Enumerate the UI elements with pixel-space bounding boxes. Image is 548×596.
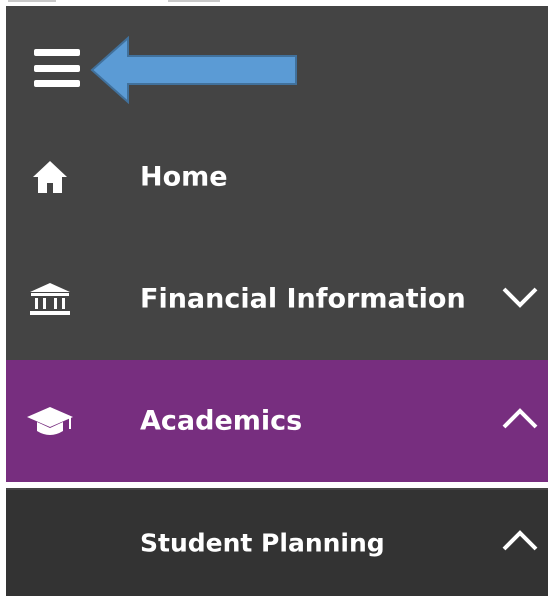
side-navigation: Home Financial Information Academics Stu…: [6, 6, 548, 596]
nav-item-financial-information[interactable]: Financial Information: [6, 238, 548, 360]
graduation-cap-icon: [22, 401, 78, 441]
hamburger-menu-icon[interactable]: [34, 49, 80, 87]
nav-subitem-student-planning[interactable]: Student Planning: [6, 490, 548, 596]
annotation-arrow: [90, 36, 297, 104]
nav-item-home[interactable]: Home: [6, 116, 548, 238]
nav-item-label: Student Planning: [140, 528, 385, 558]
nav-item-label: Academics: [140, 405, 303, 437]
top-strip-segment: [8, 0, 56, 2]
top-strip-segment: [168, 0, 220, 2]
divider: [6, 482, 548, 488]
nav-item-label: Home: [140, 161, 228, 193]
bank-icon: [22, 279, 78, 319]
chevron-up-icon[interactable]: [500, 406, 540, 436]
chevron-up-icon[interactable]: [500, 528, 540, 558]
home-icon: [22, 157, 78, 197]
nav-item-academics[interactable]: Academics: [6, 360, 548, 482]
nav-item-label: Financial Information: [140, 283, 466, 315]
chevron-down-icon[interactable]: [500, 284, 540, 314]
